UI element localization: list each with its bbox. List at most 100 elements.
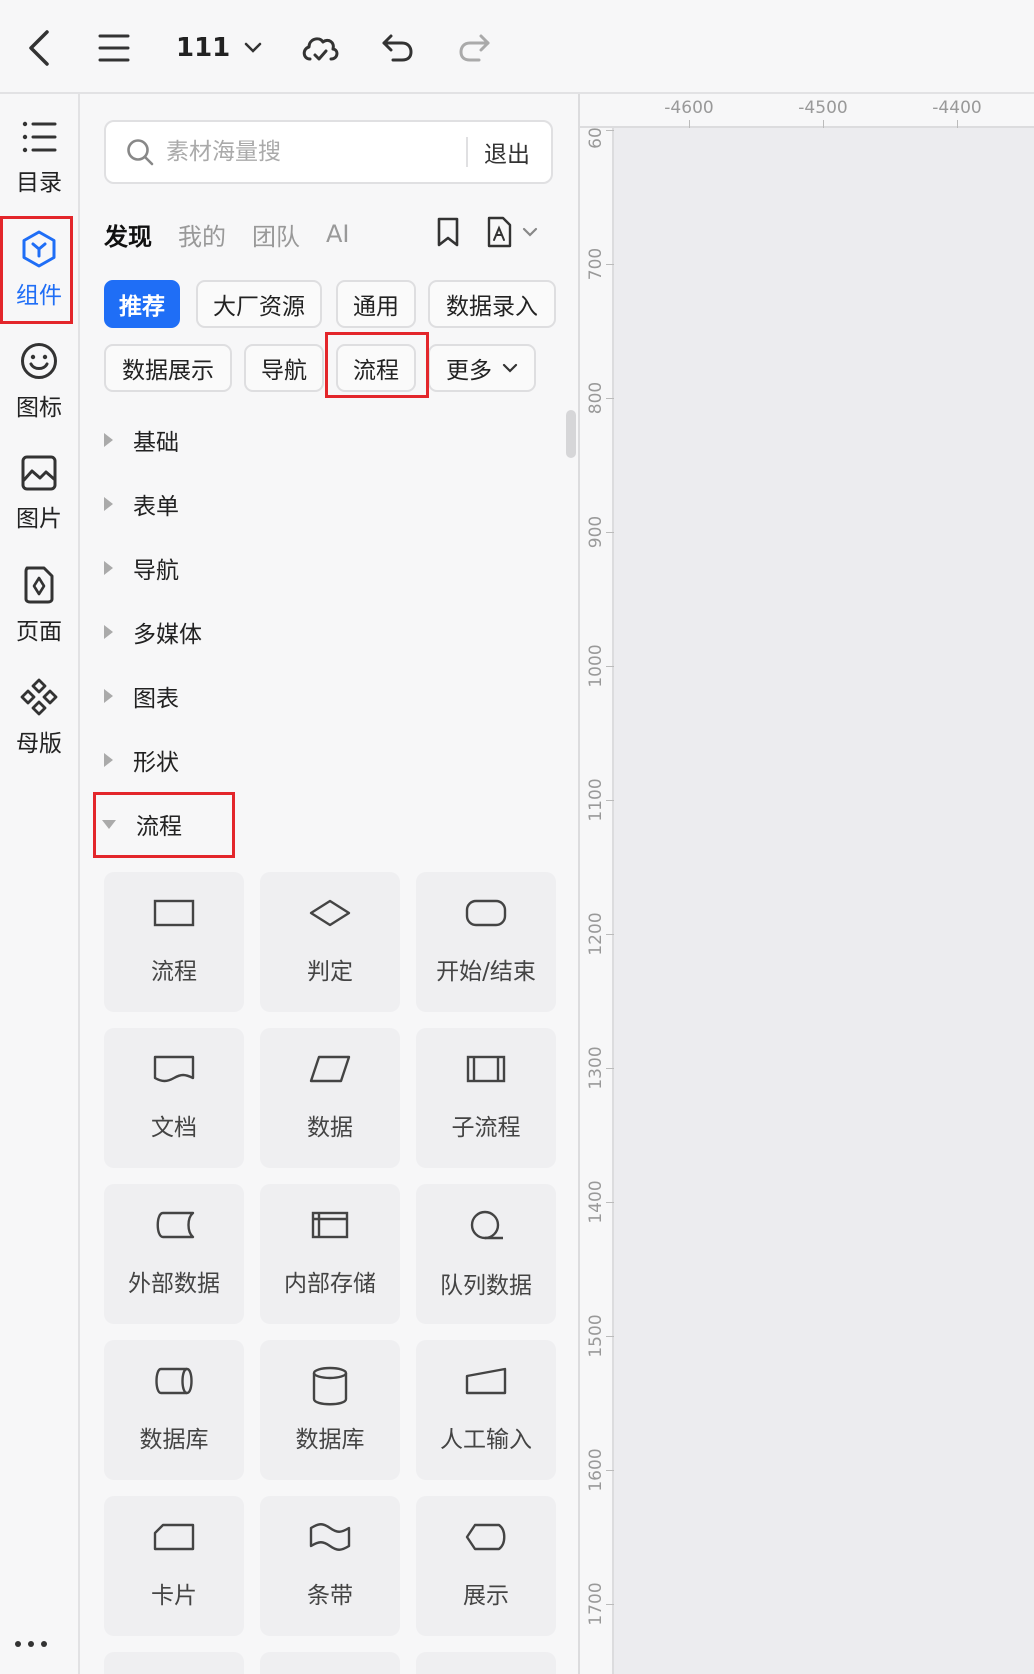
ruler-label: 1400 bbox=[586, 1180, 606, 1224]
flow-item-manual-input[interactable]: 人工输入 bbox=[416, 1340, 556, 1480]
more-button[interactable] bbox=[14, 1634, 48, 1653]
flow-item-external-data[interactable]: 外部数据 bbox=[104, 1184, 244, 1324]
flow-item-database-cylinder[interactable]: 数据库 bbox=[260, 1340, 400, 1480]
queue-data-icon bbox=[470, 1210, 503, 1240]
chip-data-entry[interactable]: 数据录入 bbox=[428, 280, 556, 328]
flow-item-decision[interactable]: 判定 bbox=[260, 872, 400, 1012]
rail-item-label: 母版 bbox=[16, 731, 62, 757]
tab-mine[interactable]: 我的 bbox=[178, 217, 226, 252]
process-rect-icon bbox=[153, 899, 195, 927]
ruler-tick bbox=[606, 666, 614, 667]
chip-recommended[interactable]: 推荐 bbox=[104, 280, 180, 328]
ruler-tick bbox=[689, 120, 690, 128]
flow-item-label: 展示 bbox=[463, 1583, 509, 1609]
flow-item-display[interactable]: 展示 bbox=[416, 1496, 556, 1636]
design-canvas[interactable] bbox=[580, 94, 1034, 1674]
more-dots-icon bbox=[15, 1641, 47, 1647]
rail-item-label: 组件 bbox=[16, 283, 62, 309]
panel-scrollbar[interactable] bbox=[566, 410, 576, 458]
ruler-label: 60 bbox=[586, 127, 606, 149]
rail-item-images[interactable]: 图片 bbox=[0, 446, 78, 542]
category-chart[interactable]: 图表 bbox=[102, 676, 179, 716]
category-label: 表单 bbox=[133, 494, 179, 520]
external-data-icon bbox=[156, 1211, 195, 1239]
category-flow[interactable]: 流程 bbox=[102, 804, 182, 844]
rail-item-pages[interactable]: 页面 bbox=[0, 558, 78, 654]
flow-item-process[interactable]: 流程 bbox=[104, 872, 244, 1012]
category-label: 形状 bbox=[133, 750, 179, 776]
flow-item-label: 卡片 bbox=[151, 1583, 197, 1609]
flow-item-subprocess[interactable]: 子流程 bbox=[416, 1028, 556, 1168]
rail-item-catalog[interactable]: 目录 bbox=[0, 110, 78, 206]
flow-item-data[interactable]: 数据 bbox=[260, 1028, 400, 1168]
document-title-dropdown[interactable]: 111 bbox=[176, 28, 262, 68]
chip-more[interactable]: 更多 bbox=[428, 344, 536, 392]
bookmark-button[interactable] bbox=[436, 216, 460, 252]
rail-item-label: 图标 bbox=[16, 395, 62, 421]
database-cylinder-icon bbox=[312, 1366, 348, 1406]
undo-button[interactable] bbox=[374, 24, 422, 72]
flow-item-label: 判定 bbox=[307, 959, 353, 985]
tab-team[interactable]: 团队 bbox=[252, 217, 300, 252]
category-multimedia[interactable]: 多媒体 bbox=[102, 612, 202, 652]
master-diamonds-icon bbox=[20, 678, 58, 716]
caret-right-icon bbox=[104, 625, 113, 639]
rail-item-icons[interactable]: 图标 bbox=[0, 334, 78, 430]
ruler-tick bbox=[606, 1068, 614, 1069]
category-shape[interactable]: 形状 bbox=[102, 740, 179, 780]
card-icon bbox=[153, 1523, 195, 1551]
category-basic[interactable]: 基础 bbox=[102, 420, 179, 460]
cloud-sync-button[interactable] bbox=[296, 24, 344, 72]
ruler-label: 800 bbox=[586, 381, 606, 415]
menu-button[interactable] bbox=[90, 24, 138, 72]
flow-item-document[interactable]: 文档 bbox=[104, 1028, 244, 1168]
ruler-label: 1200 bbox=[586, 912, 606, 956]
caret-right-icon bbox=[104, 561, 113, 575]
rail-item-masters[interactable]: 母版 bbox=[0, 670, 78, 766]
category-label: 基础 bbox=[133, 430, 179, 456]
chip-flow[interactable]: 流程 bbox=[336, 344, 416, 392]
caret-right-icon bbox=[104, 433, 113, 447]
chip-general[interactable]: 通用 bbox=[336, 280, 416, 328]
flow-item-next[interactable] bbox=[416, 1652, 556, 1674]
tab-discover[interactable]: 发现 bbox=[104, 217, 152, 252]
flow-item-queue-data[interactable]: 队列数据 bbox=[416, 1184, 556, 1324]
flow-item-internal-storage[interactable]: 内部存储 bbox=[260, 1184, 400, 1324]
page-icon bbox=[24, 566, 54, 604]
chip-navigation[interactable]: 导航 bbox=[244, 344, 324, 392]
ruler-label: 1500 bbox=[586, 1314, 606, 1358]
search-divider bbox=[466, 137, 468, 167]
exit-search-button[interactable]: 退出 bbox=[484, 135, 530, 169]
search-input[interactable] bbox=[166, 139, 466, 165]
flow-item-next[interactable] bbox=[104, 1652, 244, 1674]
flow-item-label: 人工输入 bbox=[440, 1427, 532, 1453]
rail-item-components[interactable]: 组件 bbox=[0, 222, 78, 318]
caret-right-icon bbox=[104, 689, 113, 703]
flow-item-tape[interactable]: 条带 bbox=[260, 1496, 400, 1636]
flow-item-card[interactable]: 卡片 bbox=[104, 1496, 244, 1636]
category-form[interactable]: 表单 bbox=[102, 484, 179, 524]
rail-item-label: 页面 bbox=[16, 619, 62, 645]
document-filter-icon bbox=[487, 216, 512, 248]
tab-ai[interactable]: AI bbox=[326, 220, 350, 248]
internal-storage-icon bbox=[311, 1211, 349, 1239]
decision-diamond-icon bbox=[309, 899, 351, 927]
caret-right-icon bbox=[104, 753, 113, 767]
ruler-tick bbox=[606, 800, 614, 801]
flow-item-database-horizontal[interactable]: 数据库 bbox=[104, 1340, 244, 1480]
subprocess-icon bbox=[466, 1055, 506, 1083]
category-navigation[interactable]: 导航 bbox=[102, 548, 179, 588]
chip-big-company[interactable]: 大厂资源 bbox=[196, 280, 322, 328]
flow-item-start-end[interactable]: 开始/结束 bbox=[416, 872, 556, 1012]
undo-icon bbox=[382, 34, 413, 62]
back-button[interactable] bbox=[14, 24, 62, 72]
chip-data-display[interactable]: 数据展示 bbox=[104, 344, 232, 392]
flow-item-next[interactable] bbox=[260, 1652, 400, 1674]
left-rail: 目录 组件 图标 图片 页面 母版 bbox=[0, 94, 80, 1674]
filter-dropdown[interactable] bbox=[486, 216, 538, 248]
ruler-label: -4400 bbox=[932, 98, 982, 118]
chevron-down-icon bbox=[245, 42, 262, 53]
redo-button[interactable] bbox=[450, 24, 498, 72]
category-label: 导航 bbox=[133, 558, 179, 584]
flow-item-label: 开始/结束 bbox=[436, 959, 536, 985]
